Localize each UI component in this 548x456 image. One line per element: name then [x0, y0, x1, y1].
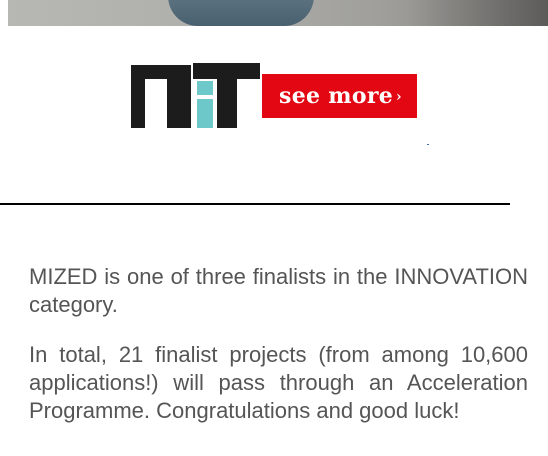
article-paragraph: MIZED is one of three finalists in the I…: [29, 264, 528, 317]
logo-t-stem: [217, 79, 237, 128]
hero-photo-subject: [168, 0, 314, 26]
logo-i-dot: [197, 81, 213, 95]
chevron-right-icon: ›: [396, 89, 402, 105]
page: see more › MIZED is one of three finalist…: [0, 0, 548, 456]
nit-logo-icon: [131, 63, 260, 128]
hero-photo-shade: [408, 0, 548, 26]
logo-t-bar: [193, 63, 260, 79]
section-divider: [0, 203, 510, 205]
nit-banner[interactable]: see more ›: [131, 63, 417, 128]
article-paragraph: In total, 21 finalist projects (from amo…: [29, 342, 528, 423]
see-more-label: see more: [279, 83, 394, 109]
article-body: MIZED is one of three finalists in the I…: [29, 263, 528, 447]
logo-i-stem: [197, 99, 213, 128]
see-more-button[interactable]: see more ›: [262, 74, 417, 118]
logo-n-right-stroke: [167, 65, 191, 128]
hero-photo: [8, 0, 548, 26]
stray-pixel: [427, 144, 429, 145]
